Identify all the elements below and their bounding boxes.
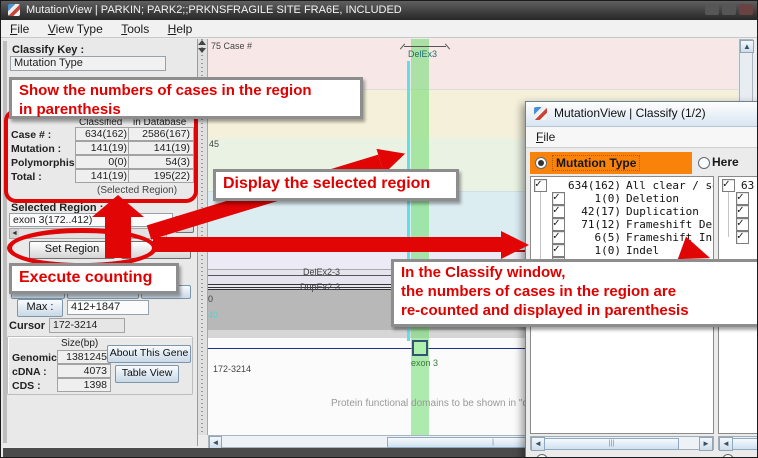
slider-up-icon[interactable] (198, 40, 206, 45)
classify-key-label: Classify Key : (12, 44, 84, 56)
tick-45: 45 (209, 139, 219, 149)
annotation-line: Show the numbers of cases in the region (19, 82, 353, 101)
window-controls[interactable] (705, 4, 753, 15)
exon3-label: exon 3 (411, 358, 438, 368)
annotation-classify-recount: In the Classify window, the numbers of c… (391, 259, 758, 327)
size-cell: 1381245 (57, 350, 111, 364)
minimize-button[interactable] (705, 4, 719, 15)
annotation-up-arrow-head (92, 195, 144, 217)
item-count: 1(0) (565, 244, 621, 257)
size-row-label: CDS : (12, 380, 41, 392)
tick-40: 40 (208, 310, 218, 320)
exon3-box[interactable] (412, 340, 428, 356)
annotation-stats-outline (4, 109, 198, 203)
annotation-execute-counting: Execute counting (9, 263, 179, 294)
classify-left-h-scrollbar[interactable]: ◄ ► ||| (530, 436, 714, 450)
main-menu-bar: File View Type Tools Help (1, 20, 758, 38)
classify-window-title: MutationView | Classify (1/2) (554, 106, 706, 120)
item-count: 634(162) (565, 179, 621, 192)
classify-key-value: Mutation Type (14, 57, 83, 69)
annotation-show-numbers: Show the numbers of cases in the region … (9, 77, 363, 119)
checkbox-icon[interactable] (736, 231, 749, 244)
slider-down-icon[interactable] (198, 48, 206, 53)
mutation-type-header[interactable]: Mutation Type (530, 152, 692, 174)
item-count: 71(12) (565, 218, 621, 231)
menu-help[interactable]: Help (168, 22, 193, 36)
size-header: Size(bp) (61, 338, 98, 349)
classify-right-h-scrollbar[interactable]: ◄ (718, 436, 758, 450)
scroll-up-icon[interactable]: ▲ (740, 40, 754, 53)
delex3-label: DelEx3 (408, 49, 437, 59)
max-value: 412+1847 (71, 301, 120, 313)
item-label: Duplication (626, 205, 699, 218)
tick-0: 0 (208, 294, 213, 304)
range-label: 172-3214 (213, 364, 251, 374)
scroll-left-icon[interactable]: ◄ (531, 437, 545, 451)
mutation-type-radio[interactable] (535, 157, 547, 169)
annotation-line: Execute counting (19, 268, 169, 288)
classify-key-field[interactable]: Mutation Type (10, 56, 166, 71)
close-button[interactable] (739, 4, 753, 15)
annotation-line: the numbers of cases in the region are (401, 283, 751, 302)
annotation-line: Display the selected region (223, 174, 449, 194)
scrollbar-thumb[interactable]: ||| (544, 438, 679, 450)
item-label: Frameshift Dele (626, 218, 714, 231)
main-window-title: MutationView | PARKIN; PARK2;;PRKNSFRAGI… (26, 4, 402, 16)
dupex23-track-label: DupEx2-3 (300, 282, 340, 292)
arrow-head-icon (501, 231, 529, 259)
about-this-gene-button[interactable]: About This Gene (107, 345, 191, 363)
size-row-label: cDNA : (12, 366, 47, 378)
mutation-type-header-label: Mutation Type (552, 155, 640, 171)
case-count-label: 75 Case # (211, 41, 252, 51)
mutationview-main-window: MutationView | PARKIN; PARK2;;PRKNSFRAGI… (0, 0, 758, 458)
second-key-radio[interactable] (698, 157, 710, 169)
max-field[interactable]: 412+1847 (67, 300, 149, 315)
scroll-right-icon[interactable]: ► (699, 437, 713, 451)
table-view-button[interactable]: Table View (115, 365, 179, 383)
item-count: 1(0) (565, 192, 621, 205)
main-title-bar[interactable]: MutationView | PARKIN; PARK2;;PRKNSFRAGI… (1, 1, 758, 20)
checkbox-icon[interactable] (534, 179, 547, 192)
bottom-radio[interactable] (536, 454, 548, 458)
app-icon (8, 4, 20, 16)
item-label: All clear / select (626, 179, 714, 192)
menu-tools[interactable]: Tools (121, 22, 149, 36)
size-row-label: Genomic : (12, 352, 63, 364)
annotation-set-region-ellipse (7, 228, 157, 268)
menu-file[interactable]: File (10, 22, 29, 36)
scroll-left-icon[interactable]: ◄ (719, 437, 733, 451)
selected-region-value: exon 3(172..412) (13, 214, 92, 226)
item-label: Indel (626, 244, 659, 257)
delex23-track-label: DelEx2-3 (303, 267, 340, 277)
item-label: Deletion (626, 192, 679, 205)
scrollbar-thumb[interactable] (732, 438, 758, 450)
delex3-marker (404, 46, 446, 47)
size-cell: 1398 (57, 378, 111, 392)
annotation-horizontal-arrow (153, 237, 501, 252)
bottom-radio[interactable] (722, 454, 734, 458)
cursor-value: 172-3214 (53, 319, 97, 331)
annotation-line: re-counted and displayed in parenthesis (401, 302, 751, 321)
classify-menu-bar: File (526, 127, 758, 148)
item-count: 6(5) (565, 231, 621, 244)
menu-view-type[interactable]: View Type (48, 22, 103, 36)
classify-menu-file[interactable]: File (536, 130, 555, 144)
maximize-button[interactable] (722, 4, 736, 15)
annotation-line: In the Classify window, (401, 264, 751, 283)
cursor-field: 172-3214 (49, 318, 125, 333)
annotation-display-region: Display the selected region (213, 169, 459, 201)
tree-line (540, 189, 541, 263)
annotation-line: in parenthesis (19, 101, 353, 120)
cursor-label: Cursor : (9, 320, 52, 332)
classify-title-bar[interactable]: MutationView | Classify (1/2) (526, 102, 758, 127)
checkbox-icon[interactable] (722, 179, 735, 192)
tree-line (728, 189, 729, 237)
classify-app-icon (534, 107, 547, 120)
item-count: 42(17) (565, 205, 621, 218)
size-cell: 4073 (57, 364, 111, 378)
second-key-header-label: Here (712, 155, 739, 169)
max-button[interactable]: Max : (17, 299, 63, 317)
